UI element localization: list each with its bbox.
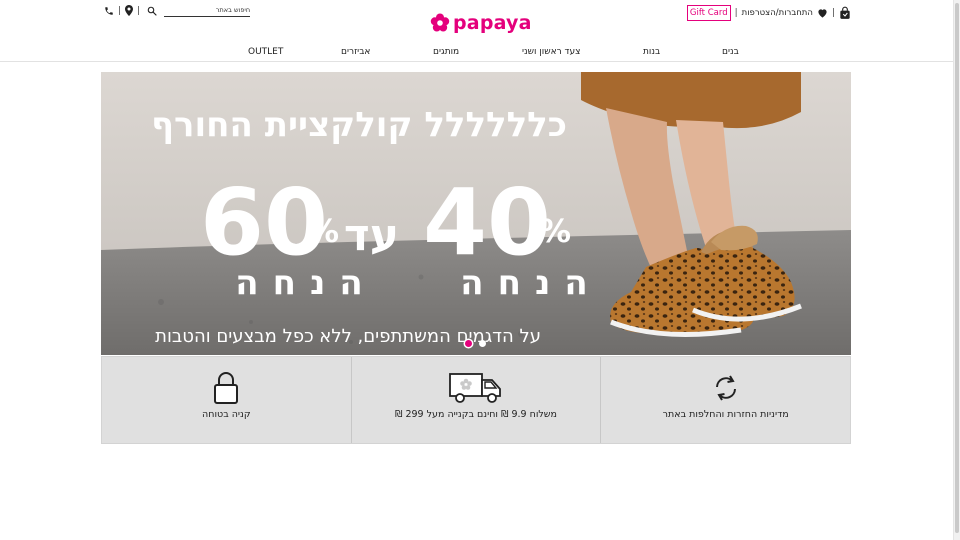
- feature-label: משלוח 9.9 ₪ וחינם בקנייה מעל 299 ₪: [394, 409, 557, 420]
- nav-item-accessories[interactable]: אביזרים: [341, 47, 370, 57]
- carousel-dot[interactable]: [479, 340, 486, 347]
- nav-divider: [0, 61, 953, 62]
- hero-headline: כלללללל קולקציית החורף: [151, 105, 567, 145]
- main-navigation: בנים בנות צעד ראשון ושני מותגים אביזרים …: [0, 47, 953, 61]
- page: | | papaya Gift Card | התחברות/הצטרפות: [0, 0, 953, 540]
- logo-wordmark: papaya: [453, 12, 532, 34]
- refresh-arrows-icon: [711, 371, 741, 405]
- feature-shipping[interactable]: משלוח 9.9 ₪ וחינם בקנייה מעל 299 ₪: [352, 357, 602, 443]
- header-account-area: Gift Card | התחברות/הצטרפות |: [686, 5, 851, 21]
- hero-upto-word: עד: [344, 210, 399, 261]
- shopping-bag-icon[interactable]: [839, 6, 851, 20]
- hero-percent-sign: %: [307, 212, 339, 250]
- feature-returns[interactable]: מדיניות החזרות והחלפות באתר: [601, 357, 850, 443]
- location-pin-icon[interactable]: [125, 5, 134, 16]
- nav-item-girls[interactable]: בנות: [643, 47, 660, 57]
- header-divider: |: [137, 5, 141, 16]
- features-strip: מדיניות החזרות והחלפות באתר משלוח 9.9 ₪ …: [101, 356, 851, 444]
- nav-item-first-steps[interactable]: צעד ראשון ושני: [522, 47, 580, 57]
- nav-item-outlet[interactable]: OUTLET: [248, 47, 283, 57]
- search-icon[interactable]: [147, 6, 157, 16]
- hero-banner-art: כלללללל קולקציית החורף 60 % עד 40 % הנחה…: [101, 72, 851, 355]
- header-utilities: | |: [104, 4, 251, 17]
- hero-discount-word: הנחה: [235, 263, 376, 303]
- nav-item-brands[interactable]: מותגים: [433, 47, 459, 57]
- delivery-truck-icon: [449, 371, 503, 405]
- header-divider: |: [831, 8, 835, 18]
- nav-item-boys[interactable]: בנים: [722, 47, 739, 57]
- search-input[interactable]: [164, 4, 251, 17]
- phone-icon[interactable]: [104, 6, 114, 16]
- hero-banner[interactable]: כלללללל קולקציית החורף 60 % עד 40 % הנחה…: [101, 72, 851, 355]
- feature-label: מדיניות החזרות והחלפות באתר: [662, 409, 789, 420]
- hero-percent-sign: %: [539, 212, 571, 250]
- page-scrollbar[interactable]: [953, 0, 960, 540]
- flower-logo-icon: [430, 13, 450, 33]
- site-logo[interactable]: papaya: [430, 12, 532, 34]
- feature-secure[interactable]: קניה בטוחה: [102, 357, 352, 443]
- login-signup-link[interactable]: התחברות/הצטרפות: [742, 8, 813, 18]
- header-divider: |: [118, 5, 122, 16]
- feature-label: קניה בטוחה: [202, 409, 251, 420]
- hero-discount-word: הנחה: [460, 263, 601, 303]
- heart-icon[interactable]: [817, 8, 828, 18]
- carousel-dots: [465, 340, 486, 347]
- gift-card-button[interactable]: Gift Card: [686, 5, 731, 21]
- scrollbar-thumb[interactable]: [955, 3, 959, 533]
- padlock-icon: [213, 371, 239, 405]
- carousel-dot[interactable]: [465, 340, 472, 347]
- header-divider: |: [734, 8, 738, 18]
- hero-percent-min: 40: [423, 169, 551, 276]
